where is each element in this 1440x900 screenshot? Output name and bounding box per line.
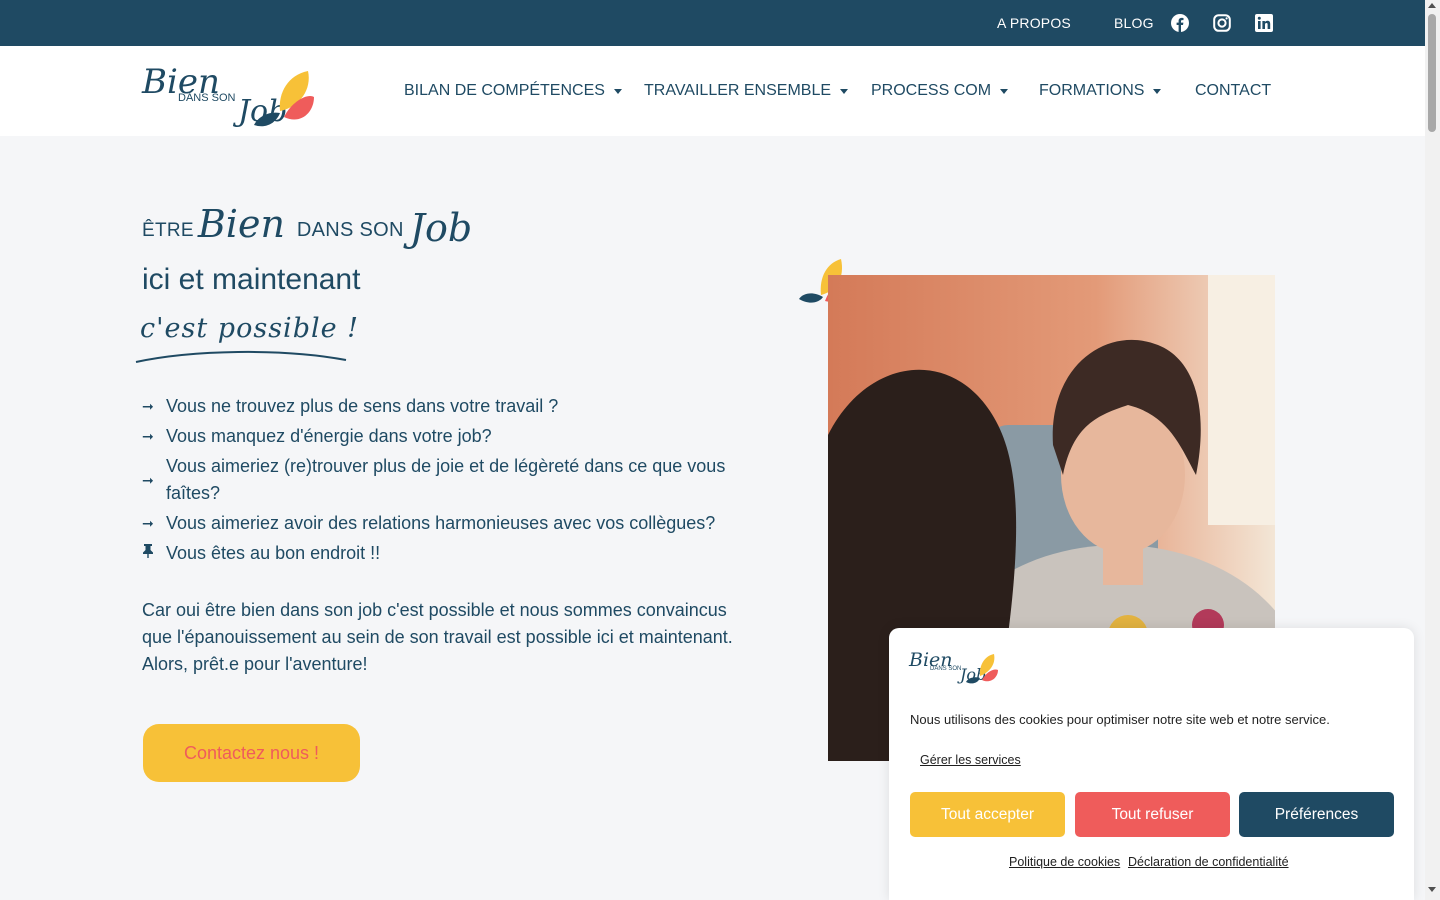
topbar-link-a-propos[interactable]: A PROPOS xyxy=(997,15,1071,31)
intro-paragraph: Car oui être bien dans son job c'est pos… xyxy=(142,597,742,678)
caret-down-icon xyxy=(613,88,622,94)
cookie-message: Nous utilisons des cookies pour optimise… xyxy=(910,712,1330,727)
cookie-policy-link[interactable]: Politique de cookies xyxy=(1009,855,1120,869)
manage-services-link[interactable]: Gérer les services xyxy=(920,753,1021,767)
scrollbar-thumb[interactable] xyxy=(1428,14,1436,132)
list-item-text: Vous aimeriez (re)trouver plus de joie e… xyxy=(166,456,726,503)
top-bar: A PROPOS BLOG xyxy=(0,0,1425,46)
list-item-text: Vous ne trouvez plus de sens dans votre … xyxy=(166,396,559,416)
main-navigation: Bien DANS SON Job BILAN DE COMPÉTENCES T… xyxy=(0,46,1425,136)
nav-label: PROCESS COM xyxy=(871,82,992,99)
svg-text:DANS SON: DANS SON xyxy=(930,666,961,672)
facebook-icon[interactable] xyxy=(1171,14,1189,32)
arrow-right-icon: ➞ xyxy=(142,471,154,488)
caret-down-icon xyxy=(1000,88,1009,94)
hero-script-bien: Bien xyxy=(197,202,285,246)
intro-text: Car oui être bien dans son job c'est pos… xyxy=(142,600,733,647)
nav-label: FORMATIONS xyxy=(1039,82,1145,99)
nav-label: BILAN DE COMPÉTENCES xyxy=(404,82,605,99)
list-item: Vous êtes au bon endroit !! xyxy=(142,540,742,567)
list-item: ➞ Vous aimeriez (re)trouver plus de joie… xyxy=(142,453,742,507)
scroll-up-arrow-icon[interactable] xyxy=(1428,3,1436,8)
nav-label: TRAVAILLER ENSEMBLE xyxy=(644,82,832,99)
topbar-link-blog[interactable]: BLOG xyxy=(1114,15,1154,31)
nav-formations[interactable]: FORMATIONS xyxy=(1039,82,1162,100)
nav-bilan-de-competences[interactable]: BILAN DE COMPÉTENCES xyxy=(404,82,622,100)
scroll-down-arrow-icon[interactable] xyxy=(1428,887,1436,892)
cookie-banner-logo: Bien DANS SON Job xyxy=(908,649,998,684)
site-logo[interactable]: Bien DANS SON Job xyxy=(140,51,318,133)
accept-all-button[interactable]: Tout accepter xyxy=(910,792,1065,837)
linkedin-icon[interactable] xyxy=(1255,14,1273,32)
privacy-statement-link[interactable]: Déclaration de confidentialité xyxy=(1128,855,1289,869)
nav-contact[interactable]: CONTACT xyxy=(1195,82,1271,100)
caret-down-icon xyxy=(1153,88,1162,94)
hero-prefix: ÊTRE xyxy=(142,220,194,241)
hero-subheading: ici et maintenant xyxy=(142,263,361,296)
cookie-consent-banner: Bien DANS SON Job Nous utilisons des coo… xyxy=(889,628,1414,900)
nav-label: CONTACT xyxy=(1195,82,1272,99)
caret-down-icon xyxy=(840,88,849,94)
svg-text:DANS SON: DANS SON xyxy=(178,92,236,104)
nav-travailler-ensemble[interactable]: TRAVAILLER ENSEMBLE xyxy=(644,82,849,100)
benefits-list: ➞ Vous ne trouvez plus de sens dans votr… xyxy=(142,393,742,570)
list-item-text: Vous manquez d'énergie dans votre job? xyxy=(166,426,492,446)
tagline-underline-swoosh xyxy=(135,350,347,363)
list-item: ➞ Vous manquez d'énergie dans votre job? xyxy=(142,423,742,450)
intro-text-call: Alors, prêt.e pour l'aventure! xyxy=(142,654,368,674)
arrow-right-icon: ➞ xyxy=(142,398,154,414)
list-item: ➞ Vous aimeriez avoir des relations harm… xyxy=(142,510,742,537)
hero-middle: DANS SON xyxy=(296,219,404,241)
hero-script-job: Job xyxy=(409,206,473,250)
contact-us-button[interactable]: Contactez nous ! xyxy=(143,724,360,782)
pushpin-icon xyxy=(142,540,166,567)
refuse-all-button[interactable]: Tout refuser xyxy=(1075,792,1230,837)
preferences-button[interactable]: Préférences xyxy=(1239,792,1394,837)
arrow-right-icon: ➞ xyxy=(142,428,154,444)
nav-process-com[interactable]: PROCESS COM xyxy=(871,82,1009,100)
list-item-text: Vous êtes au bon endroit !! xyxy=(166,543,381,563)
instagram-icon[interactable] xyxy=(1213,14,1231,32)
hero-heading: ÊTRE Bien DANS SON Job xyxy=(142,202,473,254)
page-scrollbar[interactable] xyxy=(1425,0,1440,900)
list-item-text: Vous aimeriez avoir des relations harmon… xyxy=(166,513,716,533)
list-item: ➞ Vous ne trouvez plus de sens dans votr… xyxy=(142,393,742,420)
arrow-right-icon: ➞ xyxy=(142,515,154,531)
